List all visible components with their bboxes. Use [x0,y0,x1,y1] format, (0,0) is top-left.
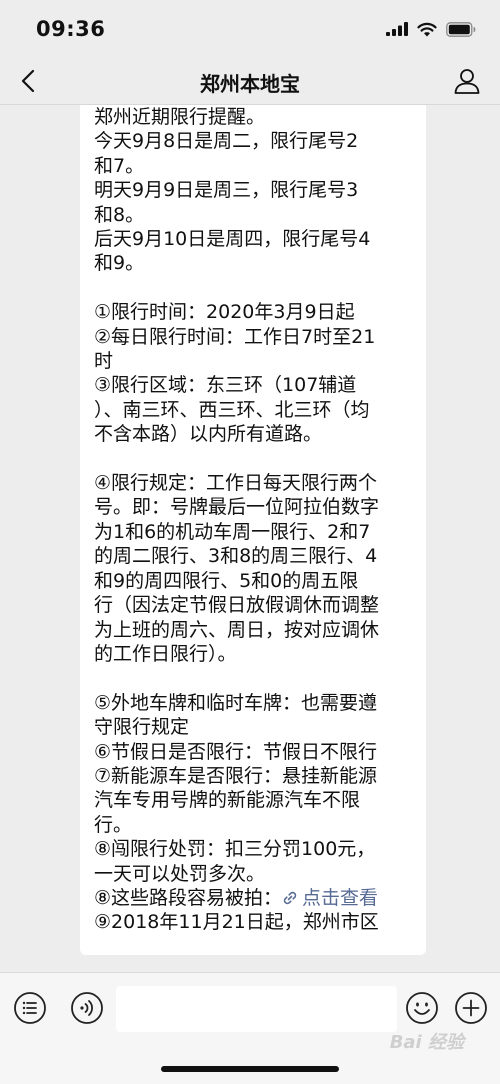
signal-icon [386,22,408,36]
message-line: ⑥节假日是否限行：节假日不限行 [94,740,378,763]
message-line: 的工作日限行）。 [94,642,237,665]
list-menu-icon[interactable] [13,991,47,1025]
emoji-icon[interactable] [405,991,439,1025]
message-line: 不含本路）以内所有道路。 [94,423,323,446]
message-input[interactable] [116,986,397,1032]
message-link-line: ⑧这些路段容易被拍： 点击查看 [94,886,416,910]
message-text: 郑州近期限行提醒。 今天9月8日是周二，限行尾号2 和7。 明天9月9日是周三，限行尾… [94,105,416,886]
message-line: 和7。 [94,154,145,177]
message-line [94,447,416,471]
navigation-bar: 郑州本地宝 [0,58,500,105]
message-line [94,666,416,690]
message-last-line: ⑨2018年11月21日起，郑州市区 [94,911,379,934]
watermark: Bai 经验 [389,1032,464,1053]
message-line: 和8。 [94,203,145,226]
message-line: 行。 [94,813,133,836]
link-icon [283,891,297,905]
view-link[interactable]: 点击查看 [302,887,378,909]
message-line: 明天9月9日是周三，限行尾号3 [94,179,359,202]
message-line: ⑧闯限行处罚：扣三分罚100元， [94,838,376,861]
message-line: ③限行区域：东三环（107辅道 [94,374,357,397]
message-list[interactable]: 郑州近期限行提醒。 今天9月8日是周二，限行尾号2 和7。 明天9月9日是周三，限行尾… [0,105,500,972]
message-line: ⑤外地车牌和临时车牌：也需要遵 [94,691,378,714]
message-line: 和9的周四限行、5和0的周五限 [94,569,359,592]
message-line: 和9。 [94,252,145,275]
message-line: ①限行时间：2020年3月9日起 [94,301,355,324]
message-line: 为1和6的机动车周一限行、2和7 [94,520,371,543]
message-line: ②每日限行时间：工作日7时至21 [94,325,376,348]
message-line: ④限行规定：工作日每天限行两个 [94,472,378,495]
message-line: 行（因法定节假日放假调休而调整 [94,594,380,617]
message-line: 郑州近期限行提醒。 [94,106,266,128]
message-line: 时 [94,350,114,373]
voice-icon[interactable] [70,991,104,1025]
message-line [94,276,416,300]
status-bar: 09:36 [0,0,500,58]
message-line: 后天9月10日是周四，限行尾号4 [94,228,371,251]
link-line-prefix: ⑧这些路段容易被拍： [94,886,283,909]
plus-icon[interactable] [454,991,488,1025]
message-line: 一天可以处罚多次。 [94,862,266,885]
message-line: 今天9月8日是周二，限行尾号2 [94,130,359,153]
wifi-icon [417,22,437,36]
message-line: 守限行规定 [94,716,190,739]
user-icon[interactable] [452,66,482,96]
message-line: 的周二限行、3和8的周三限行、4 [94,545,378,568]
message-line: 汽车专用号牌的新能源汽车不限 [94,789,361,812]
status-icons [386,20,476,38]
status-time: 09:36 [36,17,106,41]
message-bubble[interactable]: 郑州近期限行提醒。 今天9月8日是周二，限行尾号2 和7。 明天9月9日是周三，限行尾… [80,105,426,955]
message-line: ）、南三环、西三环、北三环（均 [94,398,370,421]
battery-icon [446,21,476,37]
message-line: 为上班的周六、周日，按对应调休 [94,618,380,641]
message-line: 号。即：号牌最后一位阿拉伯数字 [94,496,380,519]
chat-title: 郑州本地宝 [200,72,300,96]
message-line: ⑦新能源车是否限行：悬挂新能源 [94,764,378,787]
home-indicator [161,1066,339,1072]
